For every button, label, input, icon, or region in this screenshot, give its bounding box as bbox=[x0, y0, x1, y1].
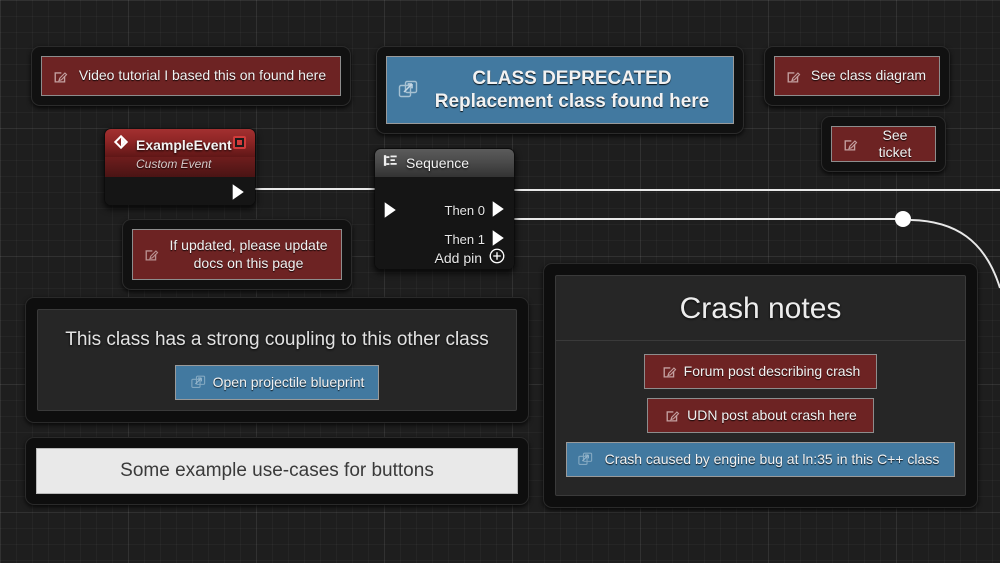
sequence-then-0-row[interactable]: Then 0 bbox=[445, 200, 506, 221]
see-ticket-button[interactable]: See ticket bbox=[831, 126, 936, 162]
udn-post-label: UDN post about crash here bbox=[687, 407, 857, 424]
udn-post-button[interactable]: UDN post about crash here bbox=[647, 398, 874, 434]
edit-box-icon bbox=[143, 246, 160, 263]
video-tutorial-label: Video tutorial I based this on found her… bbox=[78, 67, 327, 84]
replacement-class-label-wrap: CLASS DEPRECATED Replacement class found… bbox=[421, 67, 723, 113]
example-event-title: ExampleEvent bbox=[136, 136, 232, 153]
use-cases-button[interactable]: Some example use-cases for buttons bbox=[36, 448, 518, 494]
see-ticket-node[interactable]: See ticket bbox=[821, 116, 946, 172]
sequence-add-pin-label: Add pin bbox=[434, 249, 482, 266]
see-class-diagram-label: See class diagram bbox=[810, 67, 927, 84]
exec-pin-icon[interactable] bbox=[491, 200, 506, 221]
edit-box-icon bbox=[785, 68, 802, 85]
sequence-then-1-label: Then 1 bbox=[444, 232, 485, 247]
event-diamond-icon bbox=[113, 134, 129, 155]
video-tutorial-node[interactable]: Video tutorial I based this on found her… bbox=[31, 46, 351, 106]
update-docs-label-wrap: If updated, please update docs on this p… bbox=[166, 237, 331, 271]
exec-pin-icon[interactable] bbox=[491, 229, 506, 250]
replacement-class-button[interactable]: CLASS DEPRECATED Replacement class found… bbox=[386, 56, 734, 124]
edit-box-icon bbox=[664, 407, 681, 424]
example-event-header[interactable]: ExampleEvent bbox=[105, 129, 255, 157]
sequence-then-1-row[interactable]: Then 1 bbox=[445, 229, 506, 250]
video-tutorial-button[interactable]: Video tutorial I based this on found her… bbox=[41, 56, 341, 96]
sequence-then-0-label: Then 0 bbox=[444, 203, 485, 218]
sequence-title: Sequence bbox=[406, 155, 470, 171]
update-docs-line1: If updated, please update bbox=[169, 237, 328, 254]
class-deprecated-line1: CLASS DEPRECATED bbox=[472, 67, 672, 89]
sequence-body: Then 0 Then 1 Add pin bbox=[375, 177, 514, 269]
class-deprecated-line2: Replacement class found here bbox=[434, 91, 710, 112]
sequence-node[interactable]: Sequence Then 0 Then 1 Add pin bbox=[374, 148, 515, 270]
external-link-icon bbox=[577, 451, 594, 468]
see-class-diagram-node[interactable]: See class diagram bbox=[764, 46, 950, 106]
see-class-diagram-button[interactable]: See class diagram bbox=[774, 56, 940, 96]
class-deprecated-node[interactable]: CLASS DEPRECATED Replacement class found… bbox=[376, 46, 744, 134]
use-cases-node[interactable]: Some example use-cases for buttons bbox=[25, 437, 529, 505]
example-event-node[interactable]: ExampleEvent Custom Event bbox=[104, 128, 256, 206]
update-docs-line2: docs on this page bbox=[193, 254, 304, 271]
crash-notes-inner: Crash notes Forum post describing crash bbox=[555, 275, 966, 496]
edit-box-icon bbox=[52, 68, 69, 85]
add-pin-plus-icon[interactable] bbox=[489, 248, 505, 267]
update-docs-node[interactable]: If updated, please update docs on this p… bbox=[122, 219, 352, 290]
example-event-subtitle: Custom Event bbox=[105, 157, 255, 177]
engine-bug-label: Crash caused by engine bug at ln:35 in t… bbox=[604, 451, 940, 468]
edit-box-icon bbox=[842, 136, 859, 153]
forum-post-label: Forum post describing crash bbox=[683, 363, 861, 379]
external-link-icon bbox=[190, 374, 207, 391]
see-ticket-label: See ticket bbox=[878, 126, 912, 160]
example-event-body bbox=[105, 177, 255, 205]
external-link-icon bbox=[397, 79, 419, 101]
crash-notes-title: Crash notes bbox=[556, 276, 965, 341]
sequence-header[interactable]: Sequence bbox=[375, 149, 514, 177]
use-cases-label: Some example use-cases for buttons bbox=[120, 460, 434, 482]
forum-post-button[interactable]: Forum post describing crash bbox=[643, 354, 878, 390]
update-docs-button[interactable]: If updated, please update docs on this p… bbox=[132, 229, 342, 280]
delegate-pin-icon[interactable] bbox=[233, 136, 246, 149]
sequence-flow-icon bbox=[383, 153, 399, 173]
sequence-add-pin-row[interactable]: Add pin bbox=[435, 248, 505, 267]
open-projectile-blueprint-label: Open projectile blueprint bbox=[212, 374, 365, 390]
engine-bug-button[interactable]: Crash caused by engine bug at ln:35 in t… bbox=[566, 442, 955, 478]
coupling-comment-inner: This class has a strong coupling to this… bbox=[37, 309, 517, 411]
exec-output-pin[interactable] bbox=[231, 183, 246, 205]
open-projectile-blueprint-button[interactable]: Open projectile blueprint bbox=[174, 365, 380, 401]
coupling-button-row: Open projectile blueprint bbox=[38, 365, 516, 401]
coupling-comment-text: This class has a strong coupling to this… bbox=[65, 329, 489, 350]
edit-box-icon bbox=[661, 363, 678, 380]
coupling-comment-node[interactable]: This class has a strong coupling to this… bbox=[25, 297, 529, 423]
crash-notes-node[interactable]: Crash notes Forum post describing crash bbox=[543, 263, 978, 508]
sequence-exec-input-pin[interactable] bbox=[383, 201, 398, 224]
crash-notes-body: Forum post describing crash UDN post abo… bbox=[556, 341, 965, 489]
